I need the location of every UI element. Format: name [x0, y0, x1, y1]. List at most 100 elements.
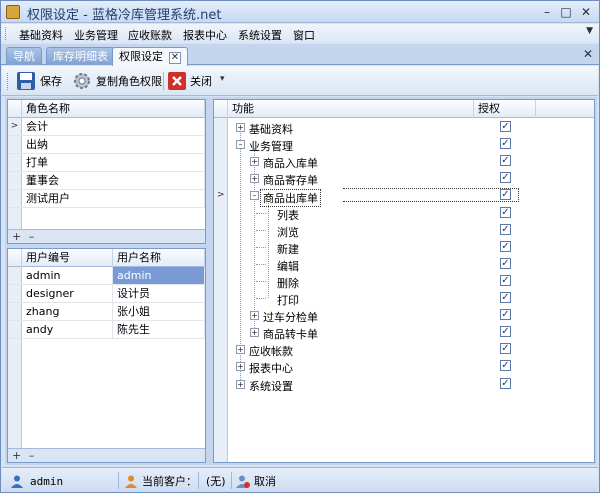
permission-label[interactable]: 商品转卡单 [263, 326, 318, 342]
tab-navigation[interactable]: 导航 [6, 47, 42, 65]
role-row[interactable]: 打单 [8, 154, 205, 172]
menu-overflow-icon[interactable]: ▼ [586, 26, 593, 36]
add-user-icon[interactable]: + [12, 449, 21, 462]
user-id-cell[interactable]: designer [22, 285, 113, 302]
user-row[interactable]: designer 设计员 [8, 285, 205, 303]
user-name-cell[interactable]: 设计员 [113, 285, 205, 302]
menu-business[interactable]: 业务管理 [74, 27, 118, 43]
tab-close-icon[interactable]: ✕ [169, 52, 181, 64]
authorize-checkbox[interactable]: ✓ [500, 360, 511, 372]
permission-label[interactable]: 商品入库单 [263, 155, 318, 171]
authorize-checkbox[interactable]: ✓ [500, 309, 511, 321]
authorize-checkbox[interactable]: ✓ [500, 240, 511, 252]
permission-node[interactable]: 浏览 ✓ [214, 222, 594, 239]
permission-node[interactable]: – 商品出库单 ✓ [214, 187, 594, 208]
authorize-checkbox[interactable]: ✓ [500, 121, 511, 132]
role-name-cell[interactable]: 测试用户 [22, 190, 205, 207]
role-name-cell[interactable]: 出纳 [22, 136, 205, 153]
cancel-client-button[interactable]: 取消 [236, 473, 276, 489]
permission-label[interactable]: 报表中心 [249, 360, 293, 376]
permission-label[interactable]: 列表 [277, 207, 299, 223]
permission-label[interactable]: 基础资料 [249, 121, 293, 137]
authorize-checkbox[interactable]: ✓ [500, 172, 511, 184]
add-role-icon[interactable]: + [12, 230, 21, 243]
menu-reports[interactable]: 报表中心 [183, 27, 227, 43]
authorize-checkbox[interactable]: ✓ [500, 274, 511, 286]
authorize-checkbox[interactable]: ✓ [500, 189, 511, 201]
permission-node[interactable]: + 应收帐款 ✓ [214, 341, 594, 358]
role-name-column-header[interactable]: 角色名称 [22, 100, 205, 118]
tab-inventory-detail[interactable]: 库存明细表 [46, 47, 115, 65]
authorize-checkbox[interactable]: ✓ [500, 343, 511, 355]
user-id-cell[interactable]: andy [22, 321, 113, 338]
expand-icon[interactable]: + [236, 345, 245, 355]
permission-node[interactable]: + 商品寄存单 ✓ [214, 170, 594, 187]
user-row[interactable]: andy 陈先生 [8, 321, 205, 339]
expand-icon[interactable]: + [250, 174, 259, 184]
permission-label[interactable]: 编辑 [277, 258, 299, 274]
expand-icon[interactable]: + [250, 311, 259, 321]
authorize-column-header[interactable]: 授权 [474, 100, 536, 118]
role-row[interactable]: 测试用户 [8, 190, 205, 208]
remove-user-icon[interactable]: – [29, 449, 35, 462]
permission-node[interactable]: – 业务管理 ✓ [214, 136, 594, 153]
copy-role-permissions-button[interactable]: 复制角色权限 [72, 71, 162, 91]
close-window-button[interactable]: ✕ [577, 4, 595, 20]
permission-label[interactable]: 浏览 [277, 224, 299, 240]
permission-node[interactable]: 编辑 ✓ [214, 256, 594, 273]
permission-node[interactable]: + 过车分检单 ✓ [214, 307, 594, 324]
role-name-cell[interactable]: 会计 [22, 118, 205, 135]
authorize-checkbox[interactable]: ✓ [500, 138, 511, 150]
role-name-cell[interactable]: 打单 [22, 154, 205, 171]
permission-label[interactable]: 过车分检单 [263, 309, 318, 325]
authorize-checkbox[interactable]: ✓ [500, 292, 511, 303]
permission-node[interactable]: + 商品入库单 ✓ [214, 153, 594, 170]
role-row[interactable]: > 会计 [8, 118, 205, 136]
maximize-button[interactable]: □ [557, 4, 575, 20]
permission-node[interactable]: 打印 ✓ [214, 290, 594, 307]
collapse-icon[interactable]: – [236, 140, 245, 150]
permission-node[interactable]: 列表 ✓ [214, 205, 594, 222]
user-name-cell[interactable]: 张小姐 [113, 303, 205, 320]
toolbar-overflow-icon[interactable]: ▾ [220, 74, 225, 84]
save-button[interactable]: 保存 [16, 71, 62, 91]
role-row[interactable]: 董事会 [8, 172, 205, 190]
authorize-checkbox[interactable]: ✓ [500, 377, 511, 389]
expand-icon[interactable]: + [236, 379, 245, 389]
permission-node[interactable]: + 系统设置 ✓ [214, 376, 594, 393]
expand-icon[interactable]: + [250, 328, 259, 338]
remove-role-icon[interactable]: – [29, 230, 35, 243]
expand-icon[interactable]: + [250, 157, 259, 167]
expand-icon[interactable]: + [236, 362, 245, 372]
menu-receivables[interactable]: 应收账款 [128, 27, 172, 43]
authorize-checkbox[interactable]: ✓ [500, 223, 511, 235]
tab-permission-settings[interactable]: 权限设定 ✕ [112, 47, 188, 66]
permission-label[interactable]: 应收帐款 [249, 343, 293, 359]
user-id-cell[interactable]: admin [22, 267, 113, 284]
authorize-checkbox[interactable]: ✓ [500, 155, 511, 167]
permission-label[interactable]: 打印 [277, 292, 299, 308]
permission-node[interactable]: + 报表中心 ✓ [214, 358, 594, 375]
role-row[interactable]: 出纳 [8, 136, 205, 154]
permission-node[interactable]: 删除 ✓ [214, 273, 594, 290]
permission-label[interactable]: 业务管理 [249, 138, 293, 154]
permission-node[interactable]: + 基础资料 ✓ [214, 119, 594, 136]
user-id-cell[interactable]: zhang [22, 303, 113, 320]
permission-label[interactable]: 商品寄存单 [263, 172, 318, 188]
collapse-icon[interactable]: – [250, 191, 259, 201]
permission-label[interactable]: 删除 [277, 275, 299, 291]
user-row[interactable]: zhang 张小姐 [8, 303, 205, 321]
close-all-tabs-icon[interactable]: ✕ [583, 47, 593, 61]
user-name-cell[interactable]: admin [113, 267, 205, 284]
menu-system-settings[interactable]: 系统设置 [238, 27, 282, 43]
permission-label[interactable]: 新建 [277, 241, 299, 257]
permission-node[interactable]: + 商品转卡单 ✓ [214, 324, 594, 341]
menu-window[interactable]: 窗口 [293, 27, 315, 43]
permission-label[interactable]: 系统设置 [249, 378, 293, 394]
authorize-checkbox[interactable]: ✓ [500, 326, 511, 338]
user-name-column-header[interactable]: 用户名称 [113, 249, 205, 267]
close-button[interactable]: 关闭 [168, 71, 212, 91]
user-id-column-header[interactable]: 用户编号 [22, 249, 113, 267]
expand-icon[interactable]: + [236, 123, 245, 132]
permission-node[interactable]: 新建 ✓ [214, 239, 594, 256]
